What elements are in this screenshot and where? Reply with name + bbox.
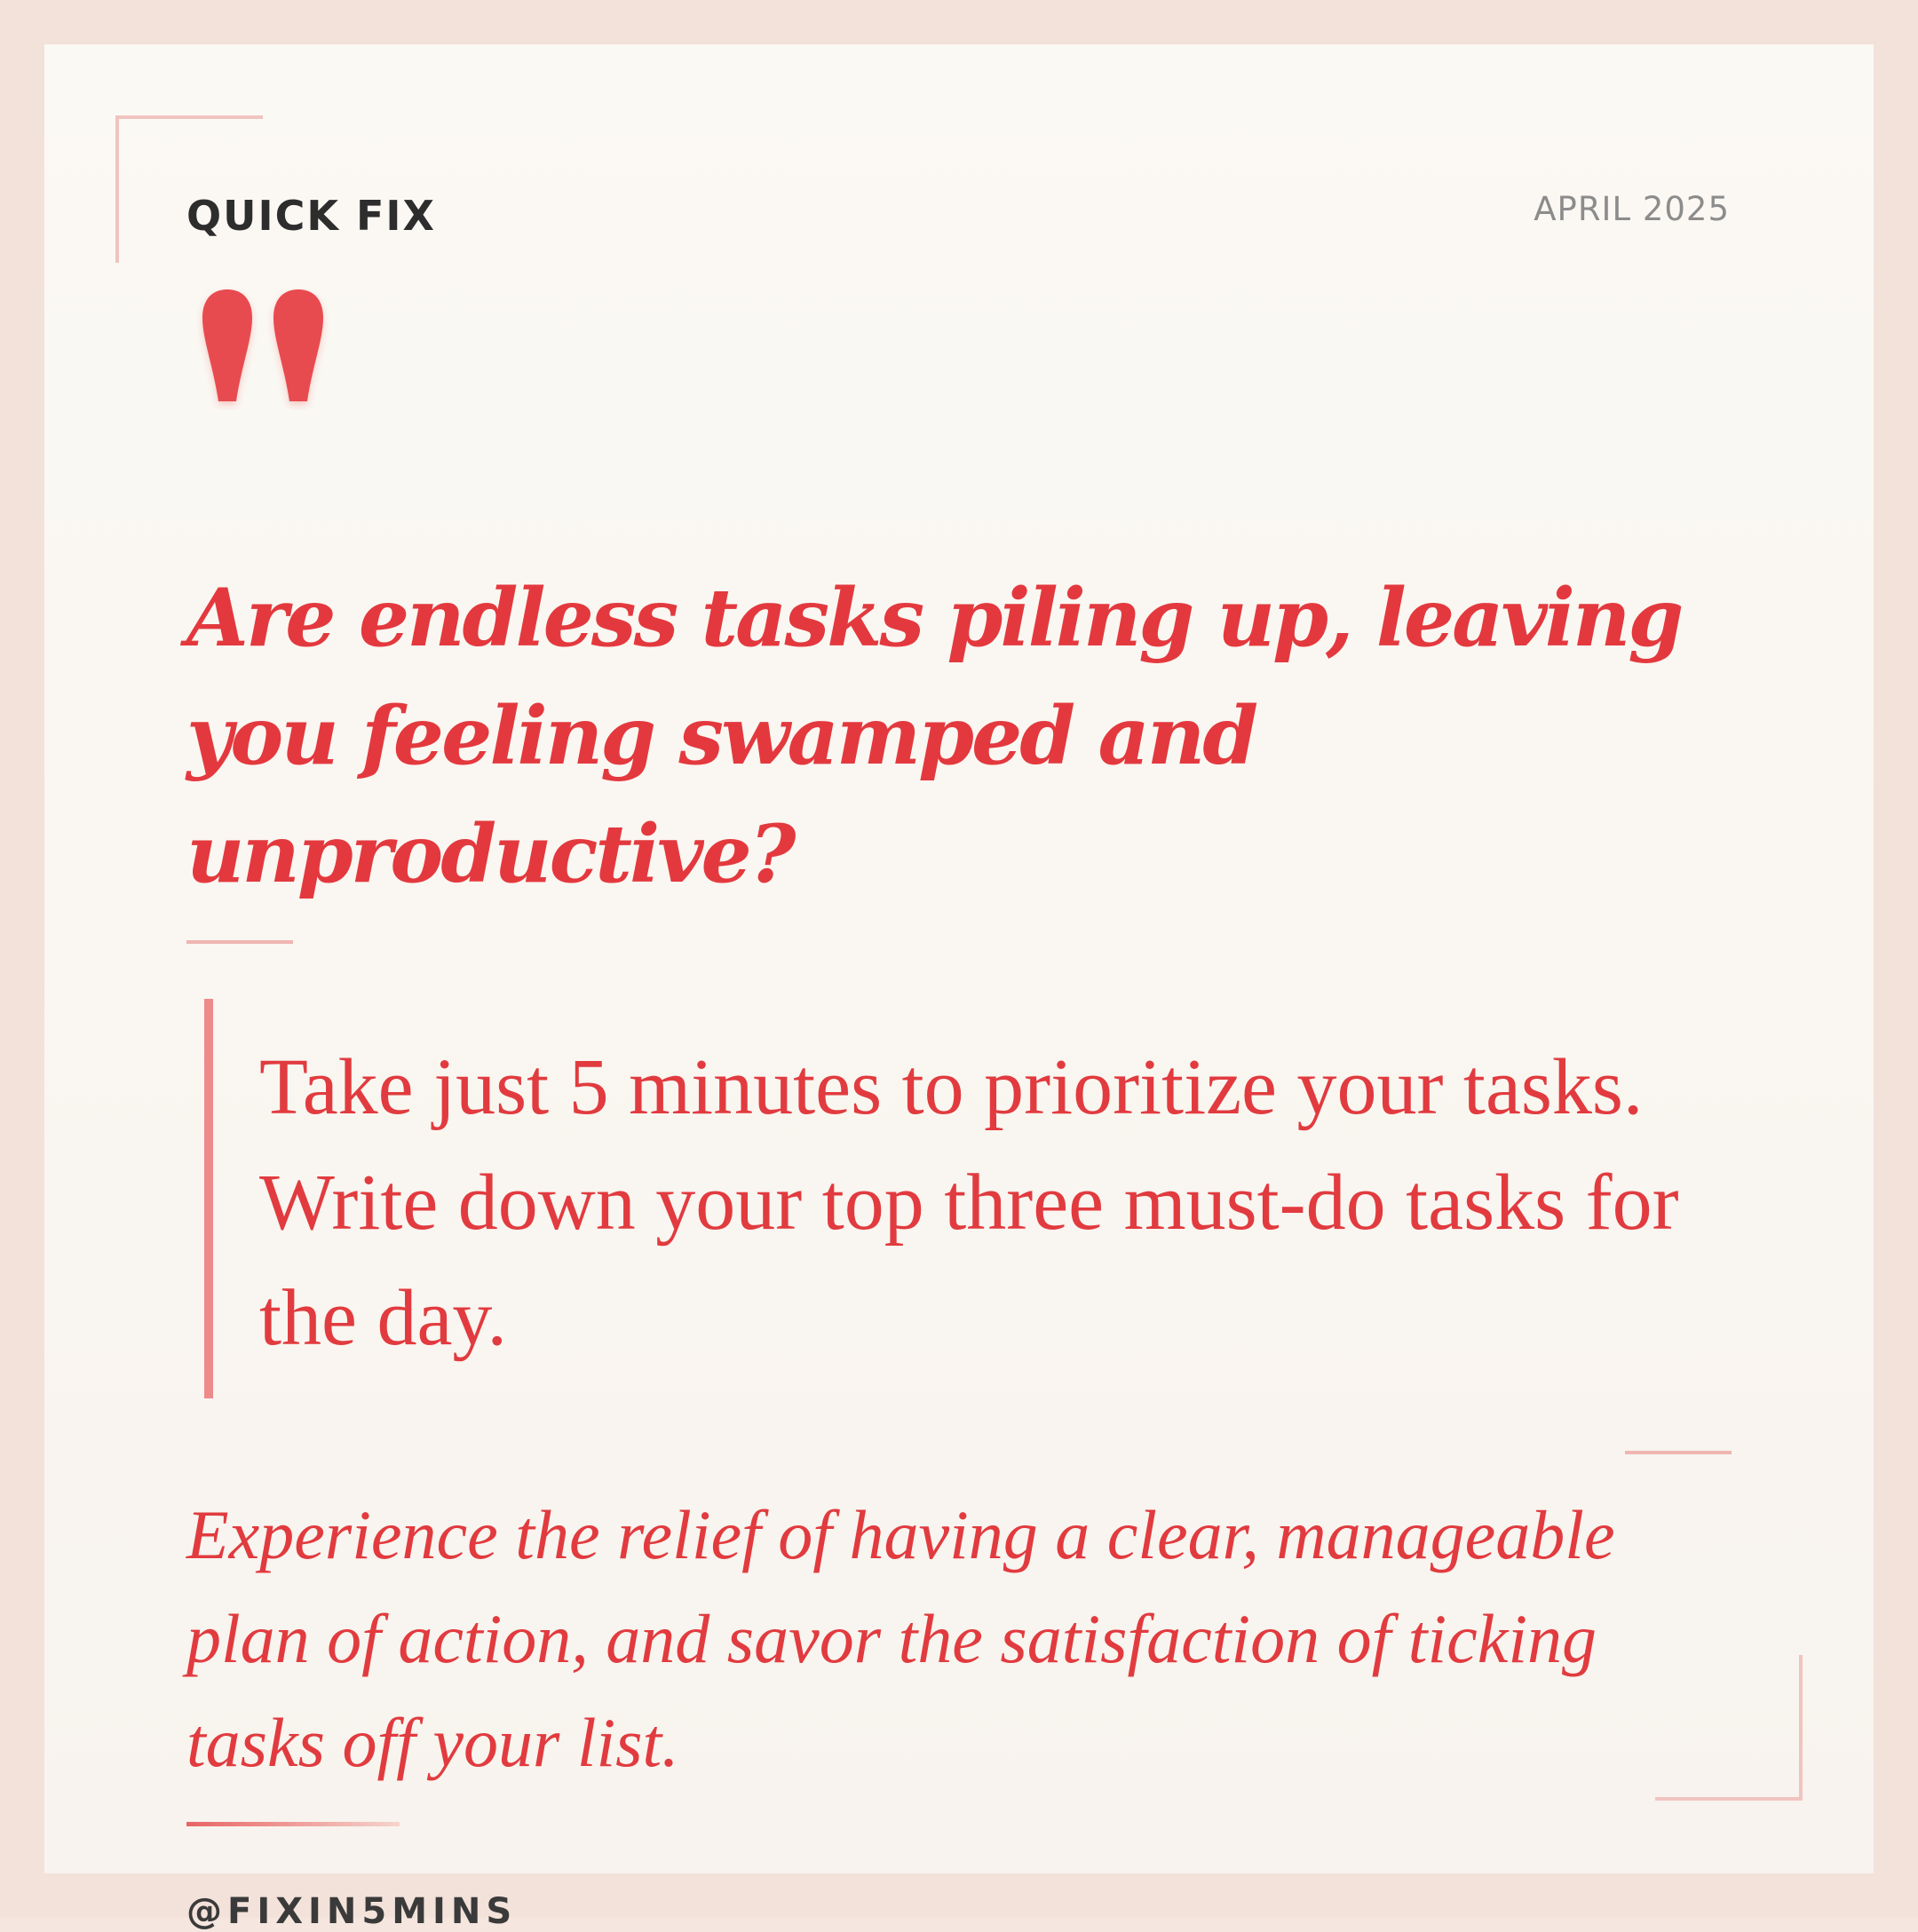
- corner-accent-top-left-vertical: [115, 115, 119, 263]
- date-label: APRIL 2025: [1534, 190, 1730, 228]
- divider-gradient: [186, 1822, 400, 1826]
- headline-question: Are endless tasks piling up, leaving you…: [186, 571, 1684, 901]
- tip-accent-bar: [204, 999, 213, 1398]
- tip-text: Take just 5 minutes to prioritize your t…: [259, 1043, 1679, 1362]
- quotation-mark-icon: [197, 286, 330, 415]
- divider-short-right: [1625, 1451, 1732, 1454]
- divider-short: [186, 940, 293, 944]
- corner-accent-bottom-right-vertical: [1799, 1655, 1803, 1801]
- corner-accent-bottom-right: [1655, 1797, 1803, 1801]
- category-label: QUICK FIX: [186, 192, 436, 240]
- social-handle: @FIXIN5MINS: [186, 1891, 518, 1932]
- benefit-text: Experience the relief of having a clear,…: [186, 1496, 1615, 1781]
- corner-accent-top-left: [115, 115, 263, 119]
